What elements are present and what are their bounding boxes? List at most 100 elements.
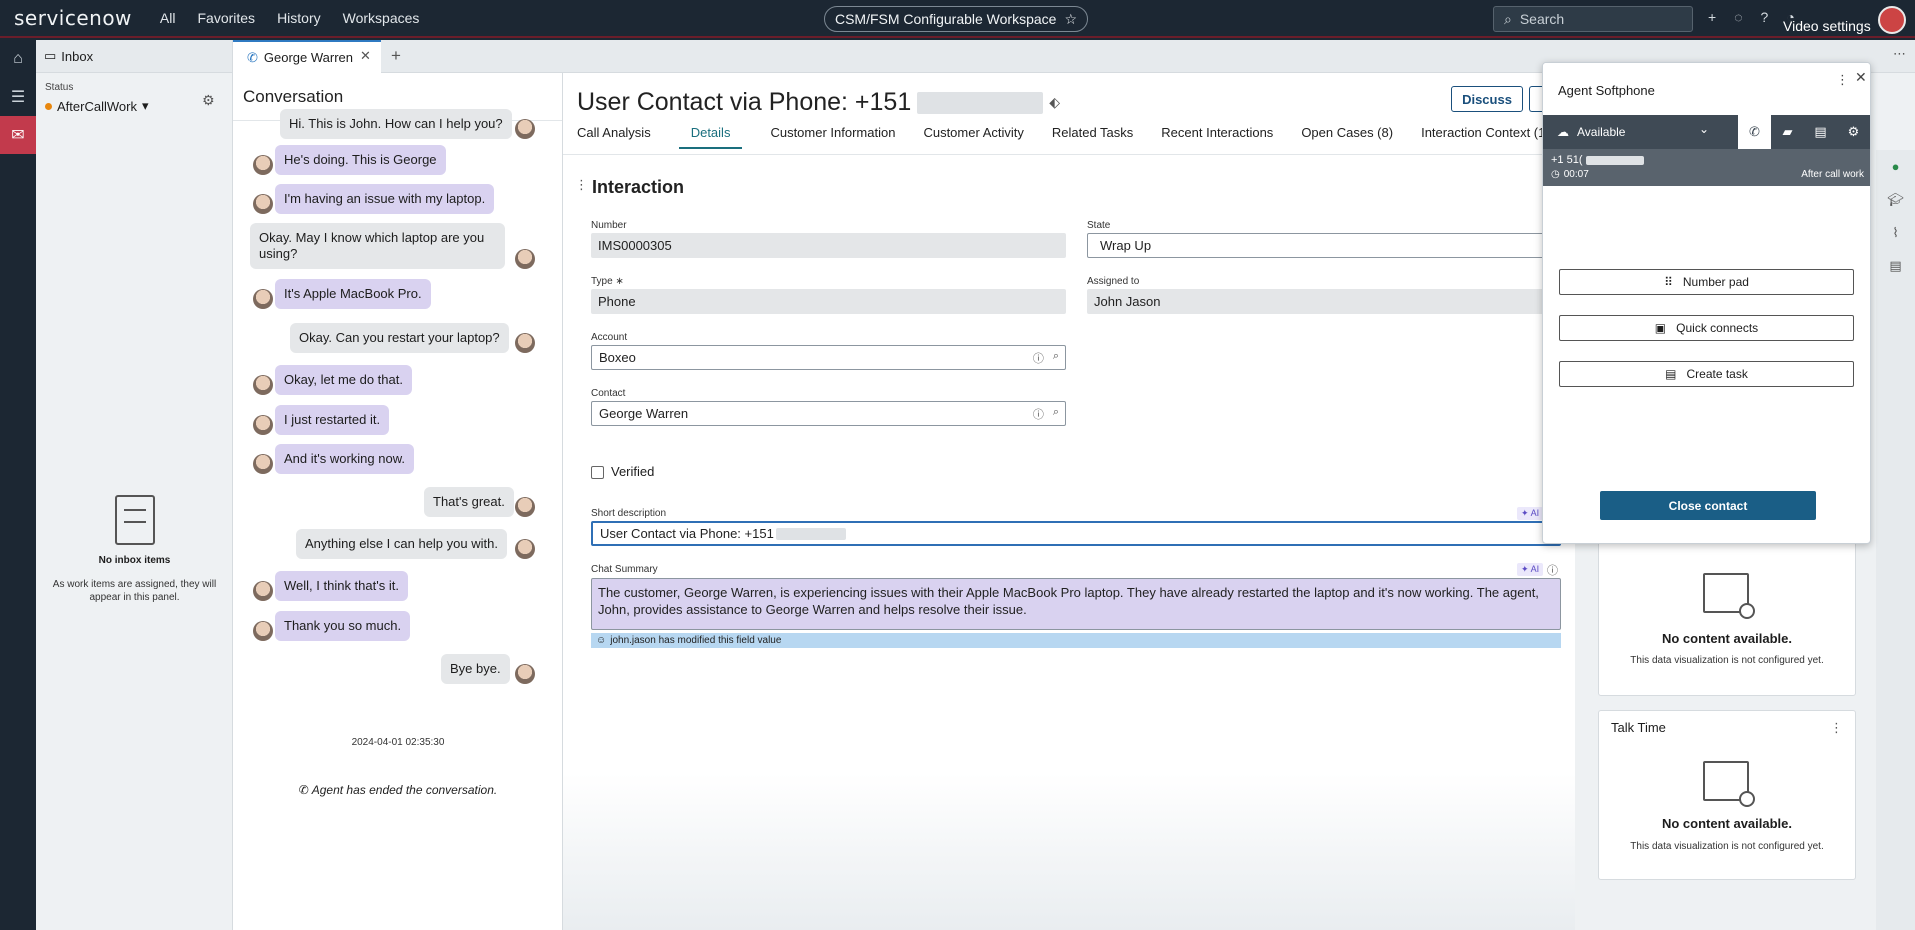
chevron-down-icon[interactable]: ⌄ bbox=[1699, 122, 1709, 136]
number-label: Number bbox=[591, 220, 627, 231]
conversation-timestamp: 2024-04-01 02:35:30 bbox=[351, 737, 445, 748]
message-bubble: He's doing. This is George bbox=[275, 145, 446, 175]
create-task-button[interactable]: ▤ Create task bbox=[1559, 361, 1854, 387]
tab-related-tasks[interactable]: Related Tasks bbox=[1052, 125, 1133, 149]
close-contact-button[interactable]: Close contact bbox=[1600, 491, 1816, 520]
top-nav-menu: All Favorites History Workspaces bbox=[160, 10, 419, 26]
workspace-selector[interactable]: CSM/FSM Configurable Workspace ☆ bbox=[824, 6, 1088, 32]
info-icon[interactable]: ⓘ bbox=[1547, 562, 1558, 578]
nav-all[interactable]: All bbox=[160, 10, 176, 26]
chat-icon[interactable]: ◌ bbox=[1734, 9, 1742, 25]
search-icon[interactable]: ⌕ bbox=[1053, 406, 1059, 422]
availability-selector[interactable]: ☁ Available bbox=[1557, 125, 1625, 139]
widget-menu-icon[interactable]: ⋮ bbox=[1830, 720, 1843, 736]
number-pad-button[interactable]: ⠿ Number pad bbox=[1559, 269, 1854, 295]
chat-tab-icon[interactable]: ▰ bbox=[1771, 115, 1804, 149]
discuss-button[interactable]: Discuss bbox=[1451, 86, 1523, 112]
customer-avatar bbox=[253, 375, 273, 395]
agent-avatar bbox=[515, 119, 535, 139]
state-select[interactable]: Wrap Up bbox=[1087, 233, 1567, 258]
quick-connects-button[interactable]: ▣ Quick connects bbox=[1559, 315, 1854, 341]
info-icon[interactable]: ⓘ bbox=[1033, 406, 1044, 422]
attachment-icon[interactable]: ⌇ bbox=[1876, 216, 1915, 249]
close-icon[interactable]: ✕ bbox=[1855, 69, 1867, 86]
learning-icon[interactable]: 🎓︎ bbox=[1876, 183, 1915, 216]
caret-down-icon: ▾ bbox=[141, 98, 149, 113]
gear-icon[interactable]: ⚙ bbox=[202, 92, 215, 109]
search-icon: ⌕ bbox=[1504, 10, 1512, 27]
contact-field[interactable]: George Warren ⓘ ⌕ bbox=[591, 401, 1066, 426]
nav-history[interactable]: History bbox=[277, 10, 321, 26]
settings-tab-icon[interactable]: ⚙ bbox=[1837, 115, 1870, 149]
nav-favorites[interactable]: Favorites bbox=[197, 10, 255, 26]
customer-avatar bbox=[253, 621, 273, 641]
inbox-icon[interactable]: ✉ bbox=[0, 116, 36, 154]
customer-avatar bbox=[253, 415, 273, 435]
search-placeholder: Search bbox=[1519, 11, 1565, 27]
type-label: Type ∗ bbox=[591, 276, 624, 287]
tab-customer-activity[interactable]: Customer Activity bbox=[923, 125, 1023, 149]
global-search-input[interactable]: ⌕ Search bbox=[1493, 6, 1693, 32]
ai-badge: ✦ AI bbox=[1517, 563, 1544, 576]
tag-icon[interactable]: ⬖ bbox=[1049, 94, 1060, 111]
phone-icon: ✆ bbox=[247, 49, 258, 65]
video-settings-label[interactable]: Video settings bbox=[1783, 18, 1871, 34]
availability-value: Available bbox=[1577, 125, 1626, 139]
call-status: After call work bbox=[1801, 169, 1864, 180]
message-bubble: Well, I think that's it. bbox=[275, 571, 408, 601]
document-icon[interactable]: ▤ bbox=[1876, 249, 1915, 282]
redacted-phone bbox=[1585, 155, 1644, 165]
tab-recent-interactions[interactable]: Recent Interactions bbox=[1161, 125, 1273, 149]
account-value: Boxeo bbox=[599, 350, 636, 365]
tab-interaction-context[interactable]: Interaction Context (17) bbox=[1421, 125, 1557, 149]
record-title: User Contact via Phone: +151 ⬖ bbox=[577, 88, 1060, 117]
call-timer-value: 00:07 bbox=[1563, 169, 1589, 180]
section-menu-icon[interactable]: ⋮ bbox=[575, 177, 588, 193]
message-bubble: Thank you so much. bbox=[275, 611, 411, 641]
message-bubble: Okay. May I know which laptop are you us… bbox=[250, 223, 505, 269]
chat-summary-textarea[interactable]: The customer, George Warren, is experien… bbox=[591, 578, 1561, 630]
tab-call-analysis[interactable]: Call Analysis bbox=[577, 125, 651, 149]
phone-tab-icon[interactable]: ✆ bbox=[1738, 115, 1771, 149]
help-icon[interactable]: ? bbox=[1761, 9, 1769, 25]
add-icon[interactable]: + bbox=[1708, 9, 1716, 25]
more-icon[interactable]: ⋯ bbox=[1893, 46, 1906, 62]
tab-open-cases[interactable]: Open Cases (8) bbox=[1301, 125, 1393, 149]
softphone-tabs: ✆ ▰ ▤ ⚙ bbox=[1738, 115, 1870, 149]
customer-avatar bbox=[253, 454, 273, 474]
message-bubble: I just restarted it. bbox=[275, 405, 390, 435]
status-value: AfterCallWork bbox=[57, 98, 137, 114]
agent-assist-icon[interactable]: ● bbox=[1876, 150, 1915, 183]
contacts-icon: ▣ bbox=[1654, 321, 1667, 335]
close-tab-icon[interactable]: ✕ bbox=[360, 48, 371, 64]
add-tab-icon[interactable]: + bbox=[391, 46, 401, 66]
contact-label: Contact bbox=[591, 388, 626, 399]
tab-details[interactable]: Details bbox=[678, 125, 743, 149]
message-bubble: Okay, let me do that. bbox=[275, 365, 412, 395]
account-field[interactable]: Boxeo ⓘ ⌕ bbox=[591, 345, 1066, 370]
tab-customer-information[interactable]: Customer Information bbox=[770, 125, 895, 149]
list-icon[interactable]: ☰ bbox=[0, 78, 36, 116]
agent-softphone-panel: Agent Softphone ⋮ ✕ ☁ Available ⌄ ✆ ▰ ▤ … bbox=[1542, 62, 1871, 544]
empty-list-icon bbox=[114, 495, 155, 545]
servicenow-logo[interactable]: servicenow bbox=[14, 6, 132, 30]
message-bubble: Okay. Can you restart your laptop? bbox=[290, 323, 509, 353]
sparkle-icon: ✦ bbox=[1521, 508, 1529, 518]
home-icon[interactable]: ⌂ bbox=[0, 40, 36, 78]
clipboard-tab-icon[interactable]: ▤ bbox=[1804, 115, 1837, 149]
verified-checkbox[interactable] bbox=[591, 466, 604, 479]
tab-george-warren[interactable]: ✆ George Warren bbox=[233, 40, 381, 73]
user-avatar[interactable] bbox=[1878, 6, 1906, 34]
info-icon[interactable]: ⓘ bbox=[1033, 350, 1044, 366]
widget-empty-text: This data visualization is not configure… bbox=[1630, 655, 1824, 666]
top-navigation-bar: servicenow All Favorites History Workspa… bbox=[0, 0, 1915, 38]
star-icon[interactable]: ☆ bbox=[1064, 11, 1077, 28]
action-button[interactable] bbox=[1529, 86, 1543, 112]
more-vertical-icon[interactable]: ⋮ bbox=[1836, 72, 1849, 88]
search-icon[interactable]: ⌕ bbox=[1053, 350, 1059, 366]
nav-workspaces[interactable]: Workspaces bbox=[343, 10, 420, 26]
short-description-input[interactable]: User Contact via Phone: +151 bbox=[591, 521, 1561, 546]
widget-empty-text: This data visualization is not configure… bbox=[1630, 841, 1824, 852]
status-dropdown[interactable]: AfterCallWork ▾ bbox=[45, 98, 148, 114]
ended-text: Agent has ended the conversation. bbox=[311, 783, 498, 797]
